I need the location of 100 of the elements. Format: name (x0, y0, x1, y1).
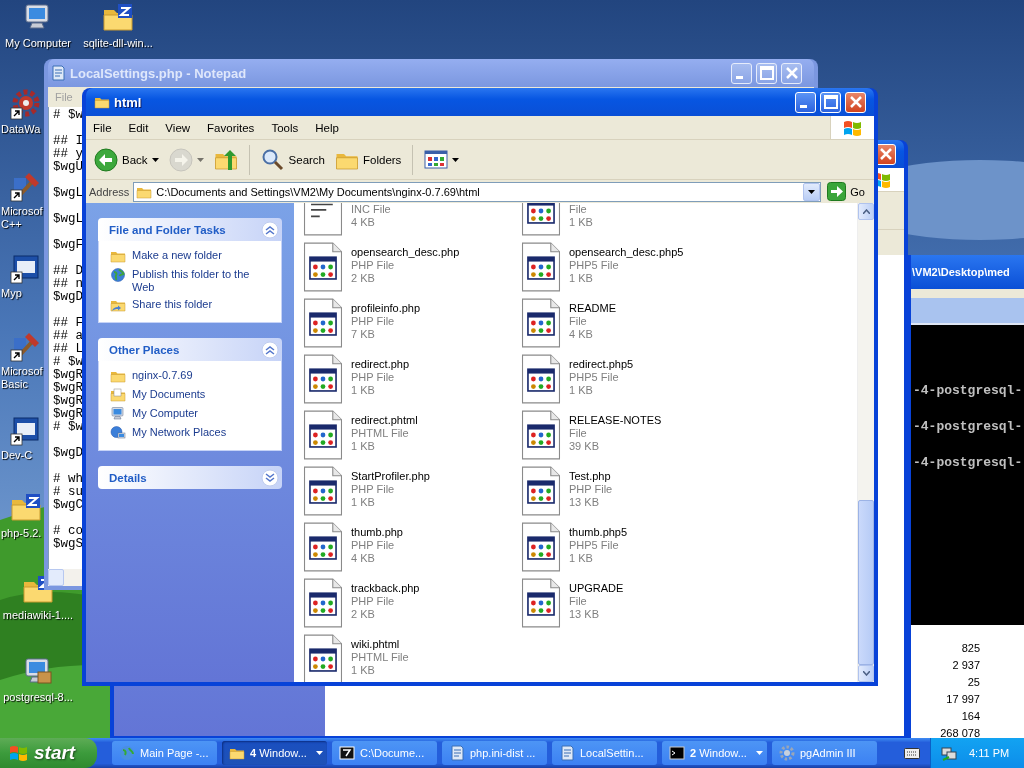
notepad-icon (50, 65, 66, 81)
file-name[interactable]: Test.php (569, 470, 611, 483)
list-value: 825 (960, 641, 980, 656)
code-line: # $w (53, 109, 83, 122)
file-size: 1 KB (569, 216, 593, 229)
scrollbar[interactable] (857, 203, 874, 682)
file-name[interactable]: redirect.php5 (569, 358, 634, 371)
file-size: 13 KB (569, 608, 599, 621)
document-icon[interactable] (521, 242, 561, 292)
chevron-down-icon[interactable] (261, 468, 279, 487)
desktop-icon[interactable]: DataWa (1, 88, 45, 136)
text-area[interactable]: # $w ## I ## y $wgU $wgL $wgL $wgF ## D ## n $wgD ## F ## a ## L # $w $wgR $wgR $wgR $wgR # $w $wgD # wh # su $wgC # co $wgS (48, 107, 82, 569)
document-icon[interactable] (303, 578, 343, 628)
network-icon[interactable] (941, 745, 957, 761)
flag-icon (9, 744, 29, 762)
file-type: PHP File (351, 595, 395, 608)
go-button[interactable]: Go (825, 182, 871, 201)
file-name[interactable]: opensearch_desc.php (351, 246, 460, 259)
task-link[interactable]: Make a new folder (110, 249, 273, 264)
panel-header[interactable]: Other Places (98, 338, 282, 361)
file-name[interactable]: thumb.php5 (569, 526, 628, 539)
desktop-icon[interactable]: Myp (1, 252, 45, 300)
back-icon (94, 147, 118, 172)
code-line: ## F (53, 317, 83, 330)
file-name[interactable]: redirect.phtml (351, 414, 418, 427)
menu-item[interactable]: Tools (271, 121, 299, 134)
desktop-icon[interactable]: My Computer (4, 2, 72, 50)
tools-icon[interactable] (10, 170, 42, 202)
close-icon (849, 96, 862, 108)
desktop-icon[interactable]: Microsof C++ (1, 170, 45, 231)
task-link[interactable]: My Documents (110, 388, 273, 403)
code-line: ## n (53, 278, 83, 291)
file-name[interactable]: redirect.php (351, 358, 410, 371)
scroll-down-button[interactable] (858, 665, 874, 682)
desktop-icon[interactable]: Microsof Basic (1, 330, 45, 391)
chevron-up-icon[interactable] (261, 340, 279, 359)
document-icon[interactable] (303, 242, 343, 292)
desktop-icon[interactable]: Dev-C (1, 414, 45, 462)
file-size: 7 KB (351, 328, 375, 341)
panel-header[interactable]: Details (98, 466, 282, 489)
menu-item[interactable]: File (93, 121, 112, 134)
document-icon[interactable] (303, 634, 343, 682)
document-icon[interactable] (521, 578, 561, 628)
document-icon[interactable] (521, 354, 561, 404)
notepad-icon (559, 745, 575, 761)
code-line: $wgC (53, 499, 83, 512)
menu-item[interactable]: Edit (128, 121, 149, 134)
zip-folder-icon[interactable] (102, 2, 134, 34)
task-link[interactable]: My Computer (110, 407, 273, 422)
document-icon[interactable] (303, 354, 343, 404)
taskbar-button[interactable]: 4 Window... (222, 741, 327, 765)
close-icon (879, 148, 892, 160)
file-name[interactable]: README (569, 302, 617, 315)
tools-icon[interactable] (10, 330, 42, 362)
menu-item[interactable]: Help (315, 121, 339, 134)
document-icon[interactable] (303, 298, 343, 348)
document-icon[interactable] (521, 298, 561, 348)
panel-header[interactable]: File and Folder Tasks (98, 218, 282, 241)
task-link[interactable]: Publish this folder to the Web (110, 268, 273, 294)
document-icon[interactable] (521, 522, 561, 572)
document-icon[interactable] (303, 522, 343, 572)
menu-item[interactable]: View (165, 121, 191, 134)
scroll-up-button[interactable] (858, 203, 874, 220)
file-name[interactable]: StartProfiler.php (351, 470, 430, 483)
app-window-icon[interactable] (10, 252, 42, 284)
scrollbar-thumb[interactable] (858, 500, 874, 665)
search-button[interactable]: Search (256, 144, 329, 175)
document-icon[interactable] (521, 466, 561, 516)
desktop-icon[interactable]: sqlite-dll-win... (82, 2, 154, 50)
file-name[interactable]: UPGRADE (569, 582, 624, 595)
file-name[interactable]: profileinfo.php (351, 302, 421, 315)
dropdown-button[interactable] (803, 182, 821, 201)
folders-button[interactable]: Folders (331, 144, 406, 175)
file-name[interactable]: opensearch_desc.php5 (569, 246, 684, 259)
document-icon[interactable] (521, 410, 561, 460)
file-name[interactable]: RELEASE-NOTES (569, 414, 662, 427)
file-name[interactable]: wiki.phtml (351, 638, 400, 651)
file-name[interactable]: trackback.php (351, 582, 420, 595)
file-type: PHTML File (351, 651, 409, 664)
horizontal-scrollbar[interactable] (48, 569, 82, 586)
document-icon[interactable] (303, 466, 343, 516)
document-icon[interactable] (303, 410, 343, 460)
desktop-icon[interactable]: php-5.2. (1, 492, 45, 540)
code-line: $wgF (53, 239, 83, 252)
task-link[interactable]: nginx-0.7.69 (110, 369, 273, 384)
chevron-up-icon[interactable] (261, 220, 279, 239)
gear-icon[interactable] (10, 88, 42, 120)
keyboard-icon[interactable] (904, 746, 920, 760)
zip-folder-icon[interactable] (10, 492, 42, 524)
menu-item[interactable]: Favorites (207, 121, 255, 134)
app-window-icon[interactable] (10, 414, 42, 446)
back-button[interactable]: Back (90, 144, 163, 175)
code-line: # wh (53, 473, 83, 486)
file-name[interactable]: thumb.php (351, 526, 403, 539)
code-line: $wgR (53, 408, 83, 421)
task-link[interactable]: My Network Places (110, 426, 273, 441)
archive-icon (339, 745, 355, 761)
console-line: -4-postgresql- (913, 456, 1023, 470)
start-button[interactable]: start (0, 738, 97, 768)
task-link[interactable]: Share this folder (110, 298, 273, 313)
